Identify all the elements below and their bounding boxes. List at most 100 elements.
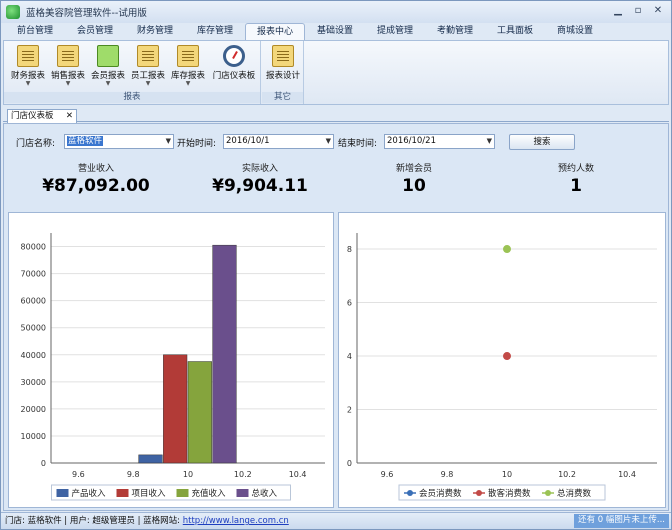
- chevron-down-icon: ▼: [145, 80, 151, 87]
- tab-commission[interactable]: 提成管理: [365, 23, 425, 40]
- finance-report-button[interactable]: 财务报表 ▼: [8, 43, 48, 91]
- consumption-scatter-chart: 0 2 4 6 8 9.6 9.8 10 10.2 10.4 会员消费数 散客消费数 总消费数: [347, 233, 657, 501]
- x-tick-label: 9.8: [127, 470, 140, 479]
- y-tick-label: 2: [347, 406, 352, 415]
- end-time-label: 结束时间:: [338, 138, 378, 149]
- y-tick-label: 4: [347, 352, 352, 361]
- legend-label: 散客消费数: [488, 488, 531, 499]
- staff-report-button[interactable]: 员工报表 ▼: [128, 43, 168, 91]
- y-tick-label: 70000: [21, 270, 46, 279]
- app-logo-icon: [6, 5, 20, 19]
- legend-swatch: [116, 489, 129, 497]
- consumption-chart-panel: 0 2 4 6 8 9.6 9.8 10 10.2 10.4 会员消费数 散客消费数 总消费数: [338, 212, 666, 508]
- legend-label: 总收入: [252, 488, 278, 499]
- legend-swatch: [236, 489, 249, 497]
- tab-members[interactable]: 会员管理: [65, 23, 125, 40]
- chevron-down-icon: ▼: [105, 80, 111, 87]
- minimize-icon[interactable]: ▁: [609, 4, 627, 19]
- start-time-label: 开始时间:: [177, 138, 217, 149]
- chevron-down-icon[interactable]: ▼: [166, 135, 171, 148]
- scatter-point: [503, 352, 511, 361]
- title-bar: 蓝格美容院管理软件--试用版 ▁ ▫ ✕: [1, 1, 671, 23]
- legend-label: 产品收入: [72, 488, 107, 499]
- close-icon[interactable]: ✕: [66, 110, 73, 123]
- ribbon-group-label: 报表: [4, 92, 260, 103]
- tab-finance[interactable]: 财务管理: [125, 23, 185, 40]
- bar: [212, 244, 237, 464]
- tab-mall[interactable]: 商城设置: [545, 23, 605, 40]
- stat-revenue: 营业收入 ¥87,092.00: [42, 164, 150, 196]
- x-tick-label: 10: [183, 470, 193, 479]
- website-link[interactable]: http://www.lange.com.cn: [183, 516, 289, 526]
- x-tick-label: 10: [502, 470, 512, 479]
- x-tick-label: 9.8: [441, 470, 454, 479]
- x-tick-label: 10.2: [558, 470, 576, 479]
- income-chart-panel: 0 10000 20000 30000 40000 50000 60000 70000 8000…: [8, 212, 334, 508]
- tab-tools[interactable]: 工具面板: [485, 23, 545, 40]
- legend-marker: [407, 490, 413, 496]
- member-report-button[interactable]: 会员报表 ▼: [88, 43, 128, 91]
- tab-attendance[interactable]: 考勤管理: [425, 23, 485, 40]
- end-date-picker[interactable]: 2016/10/21 ▼: [384, 134, 495, 149]
- document-tabs: 门店仪表板 ✕: [3, 108, 669, 123]
- legend-swatch: [176, 489, 189, 497]
- chevron-down-icon: ▼: [25, 80, 31, 87]
- legend-label: 总消费数: [557, 488, 592, 499]
- member-report-icon: [97, 45, 119, 67]
- upload-status[interactable]: 还有 0 幅图片未上传...: [574, 514, 669, 528]
- x-tick-label: 9.6: [381, 470, 394, 479]
- sales-report-button[interactable]: 销售报表 ▼: [48, 43, 88, 91]
- income-bar-chart: 0 10000 20000 30000 40000 50000 60000 70000 8000…: [21, 233, 325, 501]
- y-tick-label: 50000: [21, 324, 46, 333]
- app-window: 蓝格美容院管理软件--试用版 ▁ ▫ ✕ 前台管理 会员管理 财务管理 库存管理…: [0, 0, 672, 530]
- inventory-report-icon: [177, 45, 199, 67]
- y-tick-label: 30000: [21, 378, 46, 387]
- scatter-point: [503, 245, 511, 254]
- tab-reports[interactable]: 报表中心: [245, 23, 305, 40]
- tab-settings[interactable]: 基础设置: [305, 23, 365, 40]
- staff-report-icon: [137, 45, 159, 67]
- dashboard-content: 门店名称: 蓝格软件 ▼ 开始时间: 2016/10/1 ▼ 结束时间: 201…: [3, 123, 669, 511]
- chevron-down-icon[interactable]: ▼: [487, 135, 492, 148]
- legend-marker: [545, 490, 551, 496]
- close-icon[interactable]: ✕: [649, 4, 667, 19]
- tab-inventory[interactable]: 库存管理: [185, 23, 245, 40]
- sales-report-icon: [57, 45, 79, 67]
- legend-label: 充值收入: [192, 488, 227, 499]
- legend-swatch: [56, 489, 69, 497]
- bar: [138, 454, 163, 464]
- maximize-icon[interactable]: ▫: [629, 4, 647, 19]
- chevron-down-icon: ▼: [185, 80, 191, 87]
- chevron-down-icon[interactable]: ▼: [326, 135, 331, 148]
- y-tick-label: 60000: [21, 297, 46, 306]
- legend-label: 项目收入: [132, 488, 167, 499]
- y-tick-label: 40000: [21, 351, 46, 360]
- status-bar: 门店: 蓝格软件 | 用户: 超级管理员 | 蓝格网站: http://www.…: [1, 512, 671, 529]
- bar: [187, 361, 212, 464]
- store-name-select[interactable]: 蓝格软件 ▼: [64, 134, 174, 149]
- ribbon-panel: 财务报表 ▼ 销售报表 ▼ 会员报表 ▼ 员工报表 ▼ 库存报表 ▼ 门店仪表板…: [3, 40, 669, 105]
- y-tick-label: 0: [347, 459, 352, 468]
- ribbon-group-reports: 财务报表 ▼ 销售报表 ▼ 会员报表 ▼ 员工报表 ▼ 库存报表 ▼ 门店仪表板…: [4, 41, 261, 104]
- report-design-button[interactable]: 报表设计: [263, 43, 303, 91]
- store-dashboard-button[interactable]: 门店仪表板: [210, 43, 258, 91]
- search-button[interactable]: 搜索: [509, 134, 575, 150]
- window-title: 蓝格美容院管理软件--试用版: [26, 8, 147, 19]
- status-info: 门店: 蓝格软件 | 用户: 超级管理员 | 蓝格网站:: [5, 516, 181, 526]
- ribbon-tabs: 前台管理 会员管理 财务管理 库存管理 报表中心 基础设置 提成管理 考勤管理 …: [1, 23, 671, 40]
- inventory-report-button[interactable]: 库存报表 ▼: [168, 43, 208, 91]
- legend-label: 会员消费数: [419, 488, 462, 499]
- stat-actual-income: 实际收入 ¥9,904.11: [212, 164, 308, 196]
- y-tick-label: 0: [41, 459, 46, 468]
- ribbon-group-other: 报表设计 其它: [262, 41, 304, 104]
- finance-report-icon: [17, 45, 39, 67]
- stat-appointments: 预约人数 1: [557, 164, 594, 196]
- tab-store-dashboard[interactable]: 门店仪表板 ✕: [7, 109, 77, 123]
- y-tick-label: 10000: [21, 432, 46, 441]
- legend-marker: [476, 490, 482, 496]
- y-tick-label: 80000: [21, 243, 46, 252]
- start-date-picker[interactable]: 2016/10/1 ▼: [223, 134, 334, 149]
- x-tick-label: 10.4: [618, 470, 636, 479]
- report-design-icon: [272, 45, 294, 67]
- tab-front-desk[interactable]: 前台管理: [5, 23, 65, 40]
